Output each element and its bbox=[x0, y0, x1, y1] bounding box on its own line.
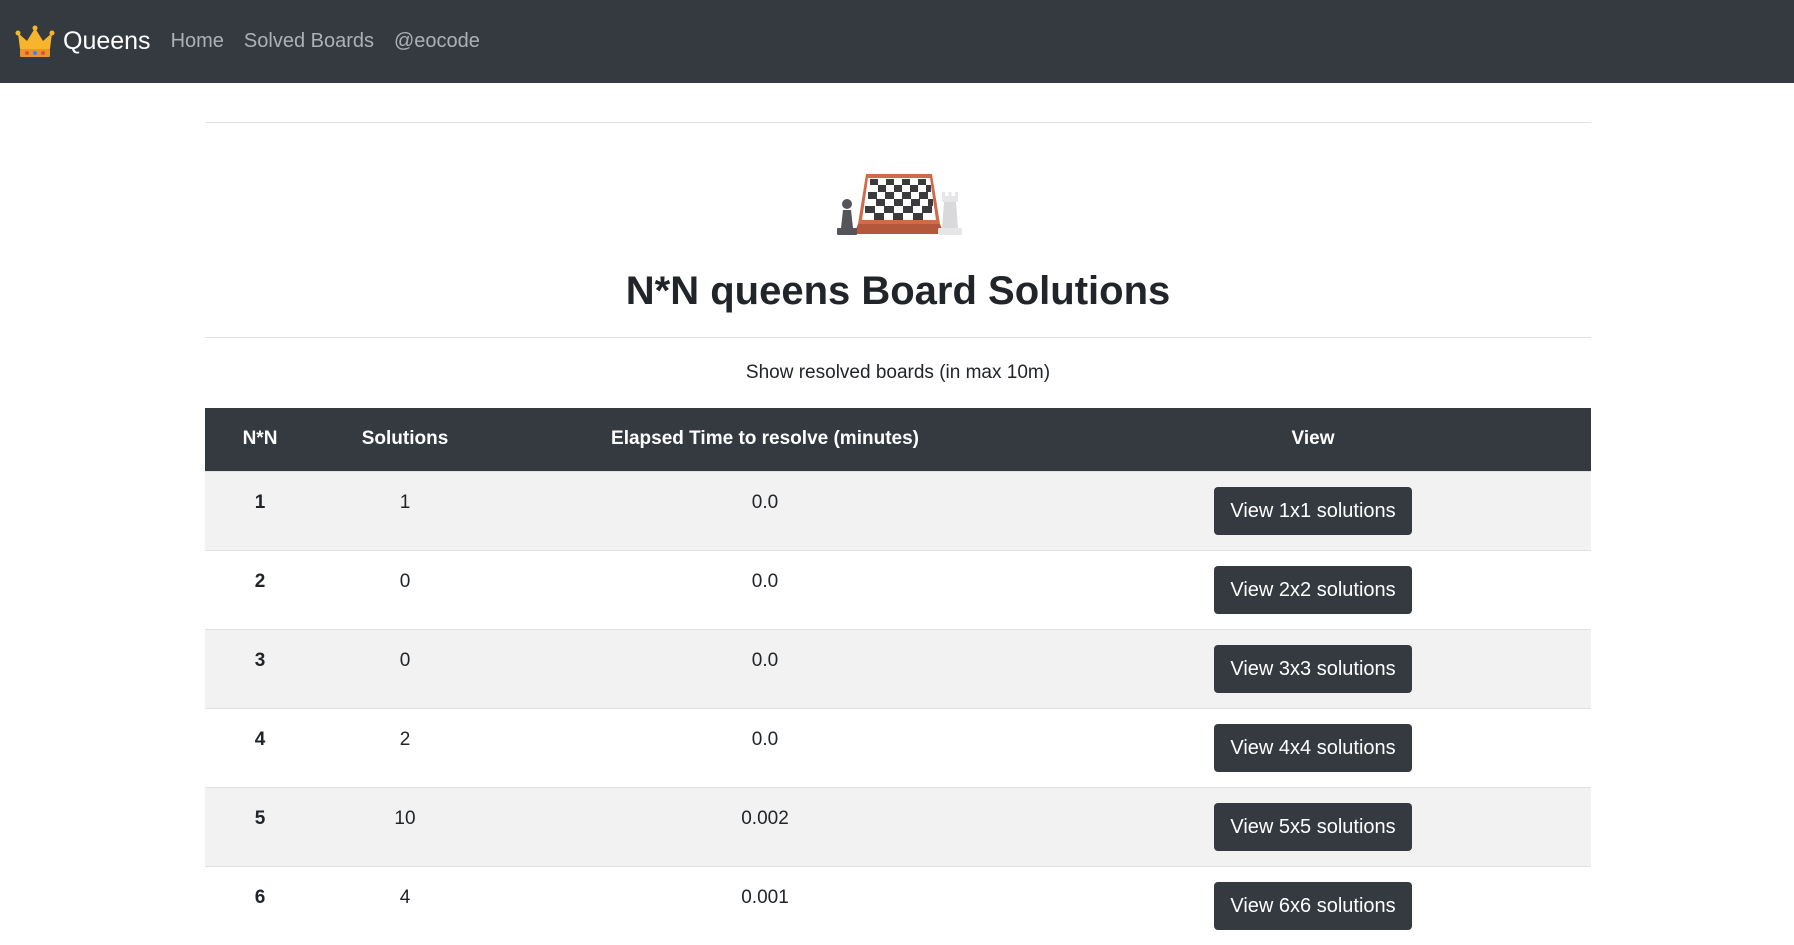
cell-n: 1 bbox=[205, 470, 315, 550]
cell-n: 2 bbox=[205, 549, 315, 629]
cell-time: 0.0 bbox=[495, 707, 1035, 787]
cell-time: 0.001 bbox=[495, 865, 1035, 945]
cell-time: 0.002 bbox=[495, 786, 1035, 866]
cell-n: 4 bbox=[205, 707, 315, 787]
cell-solutions: 10 bbox=[315, 786, 495, 866]
cell-time: 0.0 bbox=[495, 628, 1035, 708]
header-solutions: Solutions bbox=[315, 408, 495, 471]
header-elapsed-time: Elapsed Time to resolve (minutes) bbox=[495, 408, 1035, 471]
table-row: 2 0 0.0 View 2x2 solutions bbox=[205, 549, 1591, 629]
divider-top bbox=[205, 122, 1591, 123]
view-2x2-button[interactable]: View 2x2 solutions bbox=[1214, 565, 1412, 614]
cell-n: 3 bbox=[205, 628, 315, 708]
cell-view: View 5x5 solutions bbox=[1035, 786, 1591, 866]
cell-time: 0.0 bbox=[495, 470, 1035, 550]
cell-solutions: 0 bbox=[315, 549, 495, 629]
cell-time: 0.0 bbox=[495, 549, 1035, 629]
cell-solutions: 4 bbox=[315, 865, 495, 945]
crown-icon bbox=[15, 25, 55, 57]
top-navbar: Queens Home Solved Boards @eocode bbox=[0, 0, 1794, 83]
table-row: 3 0 0.0 View 3x3 solutions bbox=[205, 628, 1591, 708]
table-row: 1 1 0.0 View 1x1 solutions bbox=[205, 470, 1591, 550]
cell-view: View 3x3 solutions bbox=[1035, 628, 1591, 708]
solutions-table: N*N Solutions Elapsed Time to resolve (m… bbox=[205, 408, 1591, 945]
nav-link-solved-boards[interactable]: Solved Boards bbox=[244, 30, 374, 53]
table-row: 5 10 0.002 View 5x5 solutions bbox=[205, 786, 1591, 866]
page-title: N*N queens Board Solutions bbox=[625, 269, 1171, 313]
cell-n: 5 bbox=[205, 786, 315, 866]
table-row: 6 4 0.001 View 6x6 solutions bbox=[205, 865, 1591, 945]
cell-n: 6 bbox=[205, 865, 315, 945]
chess-board-icon bbox=[837, 174, 962, 235]
view-5x5-button[interactable]: View 5x5 solutions bbox=[1214, 802, 1412, 851]
table-row: 4 2 0.0 View 4x4 solutions bbox=[205, 707, 1591, 787]
cell-solutions: 1 bbox=[315, 470, 495, 550]
table-header: N*N Solutions Elapsed Time to resolve (m… bbox=[205, 408, 1591, 471]
cell-solutions: 2 bbox=[315, 707, 495, 787]
header-view: View bbox=[1035, 408, 1591, 471]
cell-view: View 2x2 solutions bbox=[1035, 549, 1591, 629]
cell-solutions: 0 bbox=[315, 628, 495, 708]
view-3x3-button[interactable]: View 3x3 solutions bbox=[1214, 644, 1412, 693]
brand-label: Queens bbox=[63, 27, 151, 55]
view-6x6-button[interactable]: View 6x6 solutions bbox=[1214, 881, 1412, 930]
nav-link-eocode[interactable]: @eocode bbox=[394, 30, 480, 53]
nav-link-home[interactable]: Home bbox=[171, 30, 224, 53]
view-4x4-button[interactable]: View 4x4 solutions bbox=[1214, 723, 1412, 772]
cell-view: View 6x6 solutions bbox=[1035, 865, 1591, 945]
page-subtitle: Show resolved boards (in max 10m) bbox=[745, 362, 1051, 383]
view-1x1-button[interactable]: View 1x1 solutions bbox=[1214, 486, 1412, 535]
header-n: N*N bbox=[205, 408, 315, 471]
divider-title bbox=[205, 337, 1591, 338]
cell-view: View 1x1 solutions bbox=[1035, 470, 1591, 550]
brand-link[interactable]: Queens bbox=[15, 22, 151, 62]
cell-view: View 4x4 solutions bbox=[1035, 707, 1591, 787]
